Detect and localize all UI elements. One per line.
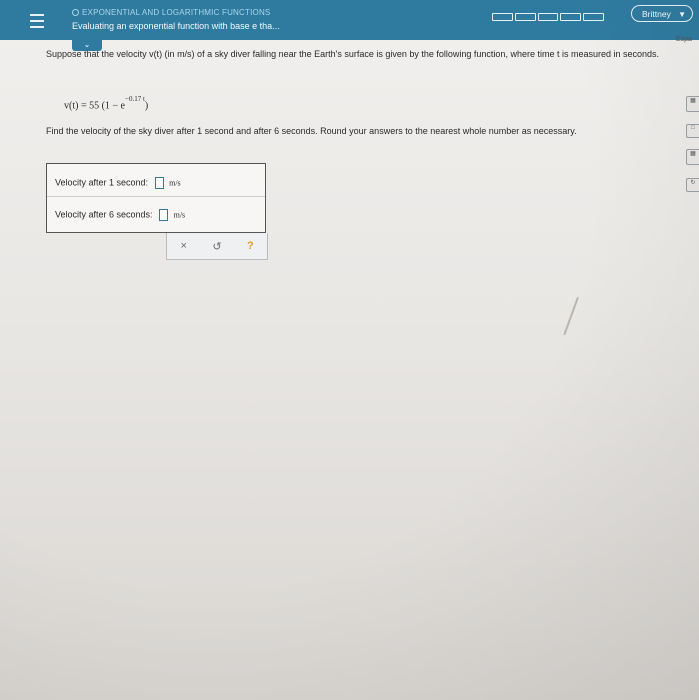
progress-segment	[514, 13, 536, 21]
user-menu-button[interactable]: Brittney ▼	[631, 5, 693, 22]
undo-button[interactable]: ↺	[207, 240, 227, 253]
menu-icon[interactable]	[30, 14, 44, 28]
velocity-formula: v(t) = 55 (1 − e−0.17 t)	[64, 95, 149, 112]
circle-icon	[72, 9, 79, 17]
clear-button[interactable]: ×	[174, 240, 194, 252]
side-tab-calculator[interactable]: ▦	[686, 96, 699, 112]
topic-label: EXPONENTIAL AND LOGARITHMIC FUNCTIONS	[72, 8, 270, 17]
grid-icon: ▦	[690, 151, 696, 157]
side-tab-refresh[interactable]: ↻	[686, 178, 699, 192]
velocity-6s-input[interactable]	[159, 209, 169, 221]
progress-segment	[560, 13, 582, 21]
progress-bar	[492, 13, 604, 21]
unit-label: m/s	[169, 178, 181, 188]
progress-segment	[537, 13, 559, 21]
answer-panel: Velocity after 1 second: m/s Velocity af…	[46, 163, 266, 233]
unit-label: m/s	[173, 210, 186, 220]
calculator-icon: ▦	[690, 98, 696, 104]
screen: EXPONENTIAL AND LOGARITHMIC FUNCTIONS Ev…	[0, 0, 699, 700]
formula-exponent: −0.17 t	[125, 95, 145, 103]
header-bar: EXPONENTIAL AND LOGARITHMIC FUNCTIONS Ev…	[0, 0, 699, 40]
answer-action-bar: × ↺ ?	[166, 233, 268, 260]
problem-intro: Suppose that the velocity v(t) (in m/s) …	[46, 49, 660, 59]
user-name: Brittney	[642, 9, 671, 19]
chevron-down-icon: ▼	[678, 10, 686, 19]
language-tab[interactable]: Espa	[676, 36, 692, 43]
answer-label-2: Velocity after 6 seconds:	[55, 209, 153, 220]
divider	[47, 196, 265, 197]
answer-row-2: Velocity after 6 seconds: m/s	[55, 209, 185, 221]
stray-mark	[563, 297, 579, 336]
topic-text: EXPONENTIAL AND LOGARITHMIC FUNCTIONS	[82, 8, 271, 17]
book-icon: □	[691, 125, 695, 131]
page-subtitle: Evaluating an exponential function with …	[72, 21, 280, 31]
side-tab-book[interactable]: □	[686, 124, 699, 138]
formula-close: )	[144, 100, 149, 112]
side-tab-grid[interactable]: ▦	[686, 149, 699, 165]
refresh-icon: ↻	[690, 180, 696, 186]
problem-task: Find the velocity of the sky diver after…	[46, 126, 577, 136]
velocity-1s-input[interactable]	[154, 177, 164, 189]
answer-row-1: Velocity after 1 second: m/s	[55, 177, 181, 189]
help-button[interactable]: ?	[240, 240, 260, 252]
answer-label-1: Velocity after 1 second:	[55, 177, 149, 188]
progress-segment	[583, 13, 604, 21]
progress-segment	[492, 13, 513, 21]
formula-main: v(t) = 55 (1 − e	[64, 100, 125, 112]
